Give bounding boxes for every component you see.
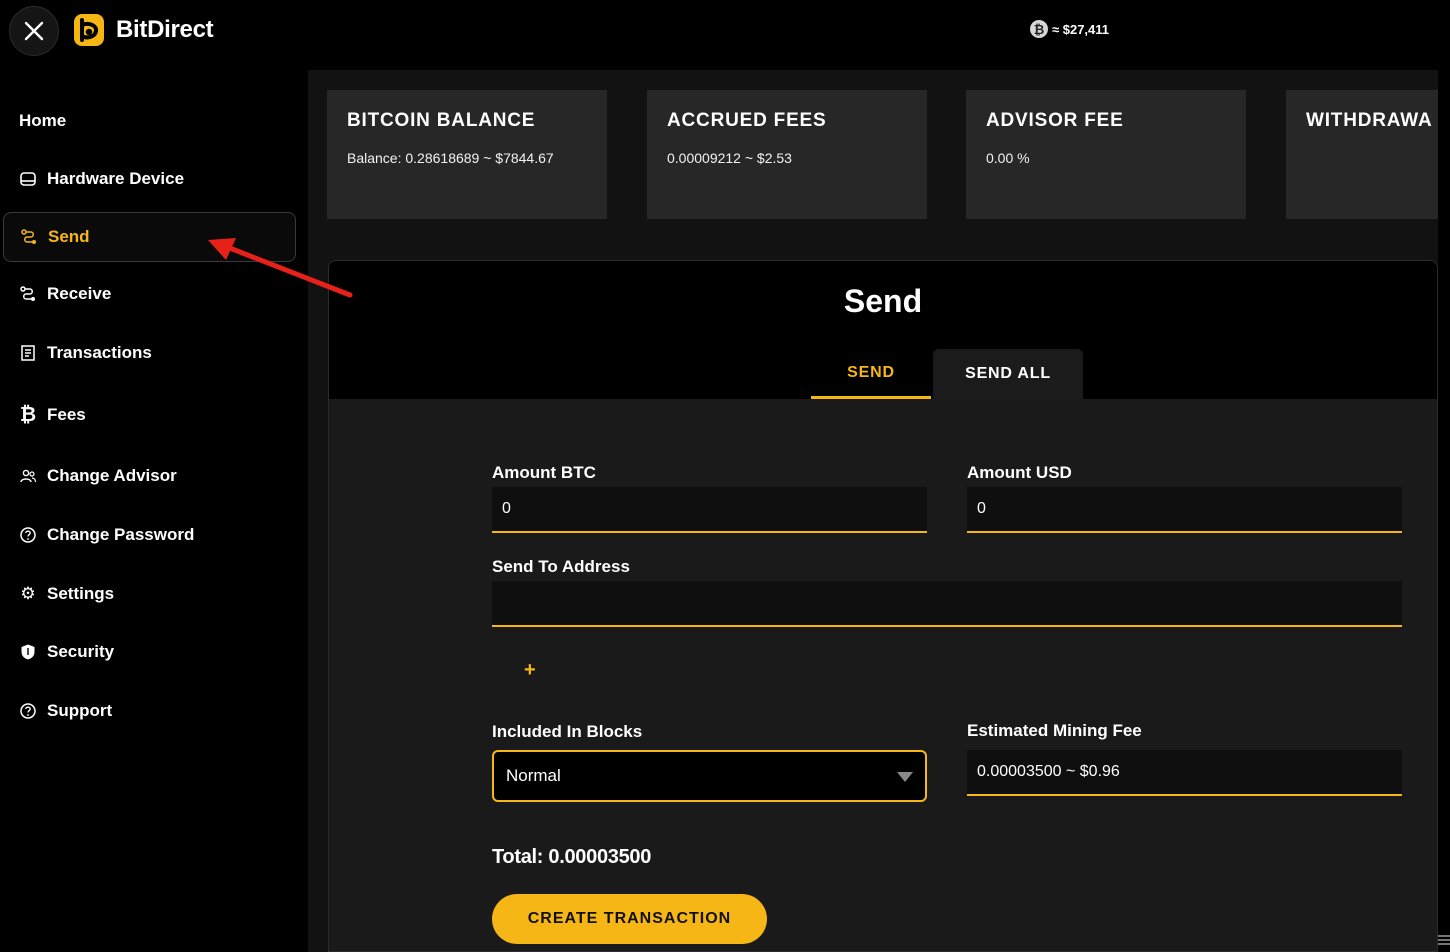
sidebar-item-security[interactable]: Security [3,627,296,677]
close-icon [24,21,44,41]
card-value: 0.00 % [986,150,1030,166]
card-title: ADVISOR FEE [986,110,1124,131]
sidebar-item-hardware-device[interactable]: Hardware Device [3,154,296,204]
add-recipient-button[interactable]: + [524,659,536,682]
page-title: Send [843,283,923,319]
sidebar-item-label: Fees [47,405,86,424]
advisor-fee-card: ADVISOR FEE 0.00 % [966,90,1246,219]
brand-name: BitDirect [116,16,214,43]
sidebar-item-change-password[interactable]: Change Password [3,510,296,560]
sidebar-item-label: Security [47,642,115,661]
bitcoin-balance-card: BITCOIN BALANCE Balance: 0.28618689 ~ $7… [327,90,607,219]
sidebar-item-fees[interactable]: ₿ Fees [3,390,296,440]
total-amount: Total: 0.00003500 [492,846,652,868]
tab-send-all[interactable]: SEND ALL [933,349,1083,399]
receive-route-icon [19,285,37,303]
bitcoin-coin-icon: ₿ [1030,20,1048,38]
annotation-arrow [208,238,353,298]
send-route-icon [20,228,38,246]
brand[interactable]: BitDirect [72,12,214,48]
sidebar-item-label: Home [19,111,67,130]
create-transaction-button[interactable]: CREATE TRANSACTION [492,894,767,944]
gear-icon: ⚙ [20,584,36,603]
sidebar-item-settings[interactable]: ⚙ Settings [3,569,296,619]
card-title: ACCRUED FEES [667,110,827,131]
sidebar-item-label: Send [48,227,90,246]
amount-usd-label: Amount USD [967,463,1072,482]
receipt-icon [19,344,37,362]
tab-send[interactable]: SEND [811,349,931,399]
sidebar-item-change-advisor[interactable]: Change Advisor [3,451,296,501]
sidebar-item-home[interactable]: Home [3,96,296,146]
sidebar-item-label: Hardware Device [47,169,185,188]
card-value: 0.00009212 ~ $2.53 [667,150,792,166]
sidebar-item-transactions[interactable]: Transactions [3,328,296,378]
bitcoin-icon: ₿ [19,403,37,426]
sidebar-item-label: Settings [47,584,115,603]
bitdirect-logo-icon [74,14,104,46]
card-title: BITCOIN BALANCE [347,110,536,131]
estimated-mining-fee-label: Estimated Mining Fee [967,721,1142,740]
sidebar-item-label: Change Advisor [47,466,177,485]
btc-price-ticker: ₿ ≈ $27,411 [1030,20,1109,38]
withdrawal-card: WITHDRAWA [1286,90,1438,219]
shield-icon [19,643,37,661]
close-button[interactable] [9,6,59,56]
help-circle-icon [19,526,37,544]
hardware-device-icon [19,170,37,188]
send-panel: Send SEND SEND ALL Amount BTC 0 Amount U… [328,260,1438,952]
select-value: Normal [506,766,561,785]
main-content: BITCOIN BALANCE Balance: 0.28618689 ~ $7… [308,70,1438,952]
included-in-blocks-select[interactable]: Normal [492,750,927,802]
sidebar: Home Hardware Device Send Receive Transa… [0,62,308,952]
card-title: WITHDRAWA [1306,110,1433,131]
sidebar-item-label: Support [47,701,113,720]
send-panel-header: Send SEND SEND ALL [329,261,1437,399]
scrollbar[interactable] [1438,70,1450,952]
resize-grip-icon[interactable] [1436,928,1450,950]
sidebar-item-label: Receive [47,284,112,303]
accrued-fees-card: ACCRUED FEES 0.00009212 ~ $2.53 [647,90,927,219]
amount-usd-input[interactable]: 0 [967,487,1402,533]
amount-btc-input[interactable]: 0 [492,487,927,533]
estimated-mining-fee-field: 0.00003500 ~ $0.96 [967,750,1402,796]
sidebar-item-support[interactable]: Support [3,686,296,736]
top-bar: BitDirect ₿ ≈ $27,411 [0,0,1450,62]
chevron-down-icon [897,772,913,782]
amount-btc-label: Amount BTC [492,463,596,482]
sidebar-item-label: Change Password [47,525,195,544]
included-in-blocks-label: Included In Blocks [492,722,643,741]
send-to-address-input[interactable] [492,581,1402,627]
btc-price-value: ≈ $27,411 [1052,21,1110,37]
sidebar-item-label: Transactions [47,343,152,362]
card-value: Balance: 0.28618689 ~ $7844.67 [347,150,554,166]
users-icon [19,467,37,485]
send-to-address-label: Send To Address [492,557,630,576]
help-circle-icon [19,702,37,720]
